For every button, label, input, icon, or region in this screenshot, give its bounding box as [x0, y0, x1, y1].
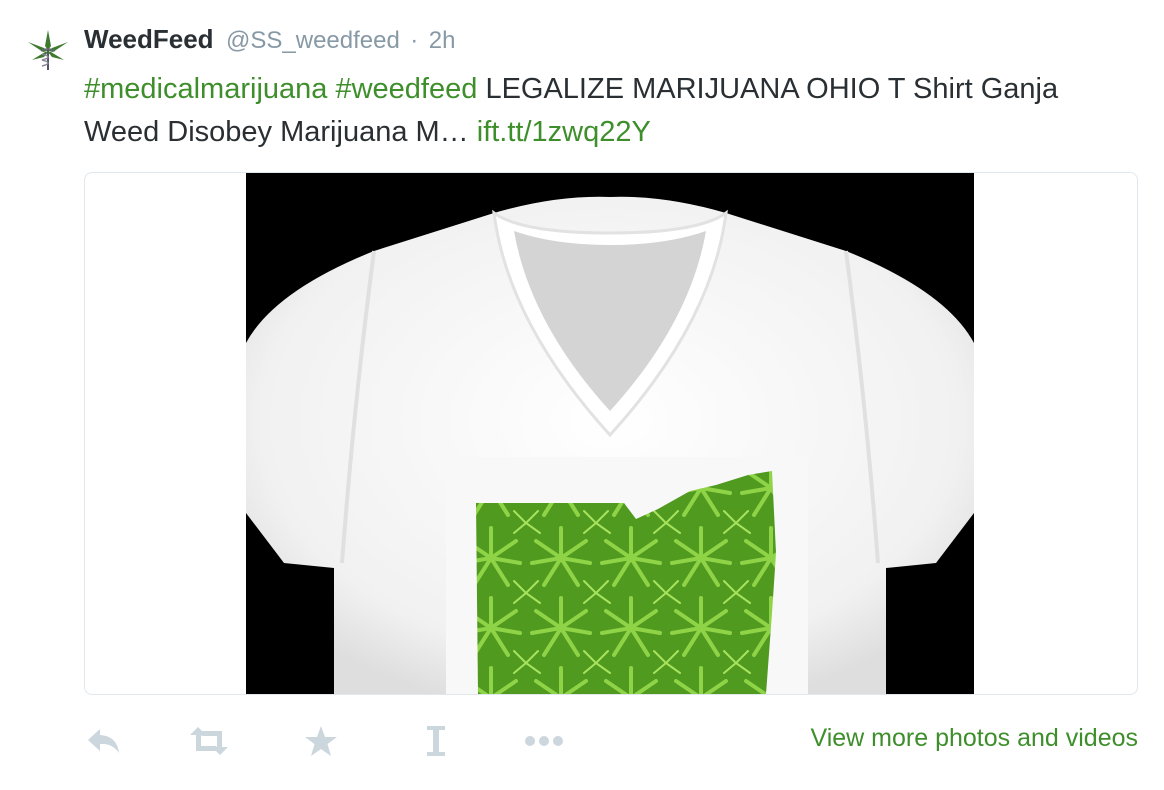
cannabis-caduceus-icon: [28, 30, 68, 70]
more-options-button[interactable]: [524, 718, 564, 764]
tshirt-illustration: [246, 196, 974, 694]
tweet-text: #medicalmarijuana #weedfeed LEGALIZE MAR…: [84, 68, 1084, 154]
author-handle[interactable]: @SS_weedfeed: [226, 27, 400, 54]
ifttt-icon: [427, 726, 445, 756]
star-icon: [305, 726, 337, 756]
hashtag-link[interactable]: #medicalmarijuana: [84, 73, 327, 105]
external-link[interactable]: ift.tt/1zwq22Y: [477, 116, 651, 148]
timestamp-link[interactable]: 2h: [429, 27, 456, 54]
ifttt-button[interactable]: [424, 718, 448, 764]
reply-icon: [88, 729, 119, 753]
tweet-actions: View more photos and videos: [84, 718, 1144, 768]
favorite-button[interactable]: [304, 718, 338, 764]
retweet-button[interactable]: [188, 718, 230, 764]
media-card[interactable]: [84, 172, 1138, 695]
avatar[interactable]: [24, 26, 72, 74]
retweet-icon: [190, 727, 228, 755]
more-dots-icon: [525, 736, 563, 746]
tweet-header: WeedFeed @SS_weedfeed · 2h: [84, 24, 455, 58]
hashtag-link[interactable]: #weedfeed: [335, 73, 477, 105]
author-name[interactable]: WeedFeed: [84, 24, 214, 54]
view-more-media-link[interactable]: View more photos and videos: [810, 724, 1138, 753]
reply-button[interactable]: [86, 718, 122, 764]
separator-dot: ·: [410, 27, 419, 54]
tshirt-photo[interactable]: [246, 173, 974, 694]
